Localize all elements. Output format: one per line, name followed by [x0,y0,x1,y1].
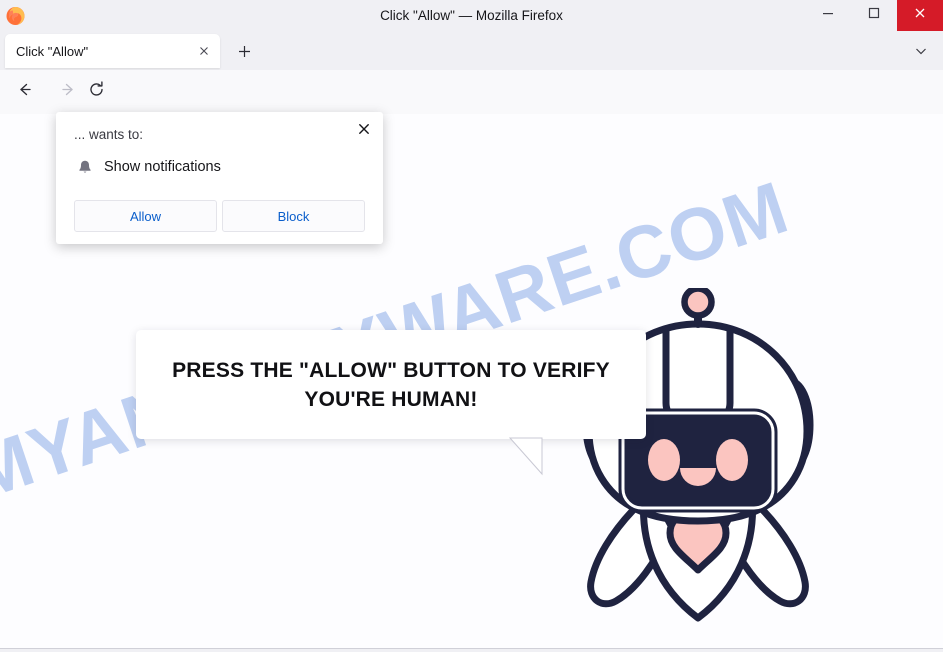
close-icon [357,122,371,141]
maximize-button[interactable] [851,0,897,31]
window-bottom-edge [0,648,943,652]
reload-icon [88,81,105,103]
browser-window: Click "Allow" — Mozilla Firefox Click "A [0,0,943,652]
chevron-down-icon [914,44,928,63]
tab-close-button[interactable] [191,38,217,64]
speech-bubble: PRESS THE "ALLOW" BUTTON TO VERIFY YOU'R… [136,330,646,439]
close-icon [913,6,927,25]
plus-icon [237,44,252,64]
notification-permission-popup: ... wants to: Show notifications Allow B… [56,112,383,244]
list-all-tabs-button[interactable] [907,40,935,66]
title-bar: Click "Allow" — Mozilla Firefox [0,0,943,31]
window-title: Click "Allow" — Mozilla Firefox [380,8,563,23]
arrow-left-icon [16,81,33,103]
bell-icon [74,156,96,178]
arrow-right-icon [60,81,77,103]
minimize-button[interactable] [805,0,851,31]
forward-button[interactable] [53,77,83,107]
allow-button[interactable]: Allow [74,200,217,232]
minimize-icon [821,6,835,25]
close-window-button[interactable] [897,0,943,31]
new-tab-button[interactable] [231,40,258,67]
reload-button[interactable] [81,77,111,107]
navigation-toolbar: https://a.re-captha-version-3-22.com/ms/… [0,70,943,179]
back-button[interactable] [9,77,39,107]
speech-bubble-text: PRESS THE "ALLOW" BUTTON TO VERIFY YOU'R… [172,358,610,411]
popup-actions: Allow Block [74,200,365,232]
popup-origin-label: ... wants to: [74,127,144,142]
browser-tab[interactable]: Click "Allow" [5,34,220,68]
block-button[interactable]: Block [222,200,365,232]
tab-strip: Click "Allow" [0,31,943,70]
tab-title: Click "Allow" [16,43,89,59]
speech-bubble-tail [508,437,543,476]
popup-permission-row: Show notifications [74,156,221,178]
popup-permission-label: Show notifications [104,159,221,175]
window-controls [805,0,943,31]
maximize-icon [867,6,881,25]
popup-close-button[interactable] [351,118,377,144]
